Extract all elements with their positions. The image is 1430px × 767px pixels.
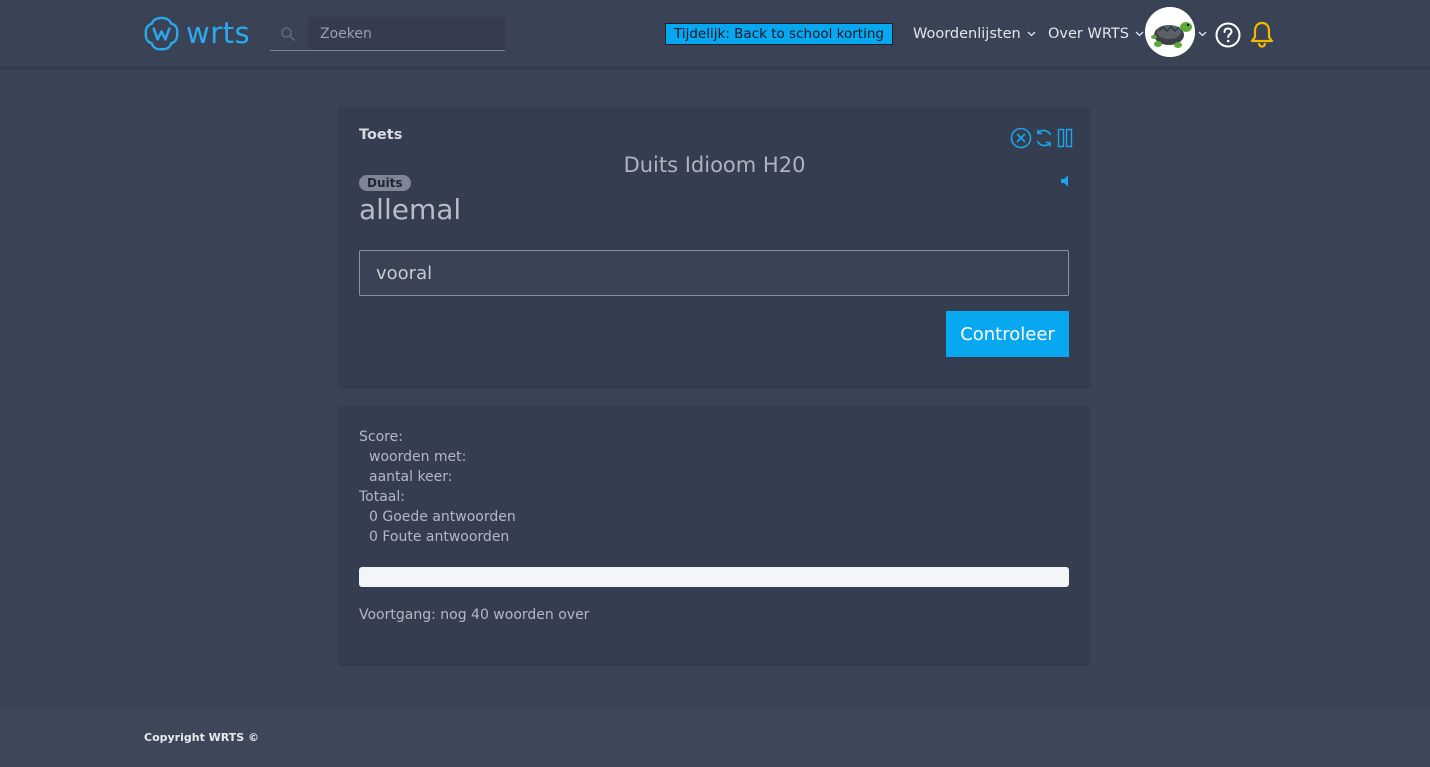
nav-over-wrts-label: Over WRTS <box>1048 26 1129 42</box>
score-summary: Score: woorden met: aantal keer: Totaal:… <box>359 427 516 547</box>
pause-icon[interactable] <box>1054 127 1076 149</box>
search-box <box>270 17 505 51</box>
correct-count: 0 Goede antwoorden <box>369 509 516 525</box>
list-title: Duits Idioom H20 <box>623 153 806 177</box>
words-with-label: woorden met: <box>369 449 467 465</box>
close-circle-icon[interactable] <box>1010 127 1032 149</box>
wrts-logo[interactable]: wrts <box>144 15 250 51</box>
score-label: Score: <box>359 429 403 445</box>
question-word: allemal <box>359 193 462 226</box>
help-icon[interactable] <box>1215 22 1241 48</box>
nav-over-wrts[interactable]: Over WRTS <box>1048 23 1144 45</box>
chevron-down-icon <box>1027 31 1036 37</box>
answer-input[interactable] <box>359 250 1069 296</box>
progress-bar <box>359 567 1069 587</box>
times-label: aantal keer: <box>369 469 453 485</box>
wrong-count: 0 Foute antwoorden <box>369 529 510 545</box>
logo-icon <box>144 16 179 50</box>
bell-icon[interactable] <box>1250 21 1274 48</box>
test-card: Toets Duits Idioom H20 Duits allemal Con… <box>339 107 1090 387</box>
total-label: Totaal: <box>359 489 405 505</box>
chevron-down-icon[interactable] <box>1198 31 1207 37</box>
check-button[interactable]: Controleer <box>946 311 1069 357</box>
nav-woordenlijsten[interactable]: Woordenlijsten <box>913 23 1036 45</box>
search-input[interactable] <box>308 17 505 50</box>
language-badge: Duits <box>359 175 411 191</box>
score-card: Score: woorden met: aantal keer: Totaal:… <box>339 406 1090 664</box>
search-icon[interactable] <box>280 26 296 42</box>
restart-icon[interactable] <box>1033 127 1055 149</box>
top-navbar: wrts Tijdelijk: Back to school korting W… <box>0 0 1430 67</box>
chevron-down-icon <box>1135 31 1144 37</box>
copyright-text: Copyright WRTS © <box>144 731 260 744</box>
footer: Copyright WRTS © <box>0 708 1430 767</box>
test-title: Toets <box>359 127 403 143</box>
speaker-icon[interactable] <box>1059 174 1073 188</box>
turtle-avatar-icon <box>1145 7 1195 57</box>
logo-text: wrts <box>186 15 251 50</box>
promo-button[interactable]: Tijdelijk: Back to school korting <box>665 23 893 45</box>
avatar[interactable] <box>1145 7 1195 57</box>
progress-text: Voortgang: nog 40 woorden over <box>359 607 590 623</box>
nav-woordenlijsten-label: Woordenlijsten <box>913 26 1021 42</box>
